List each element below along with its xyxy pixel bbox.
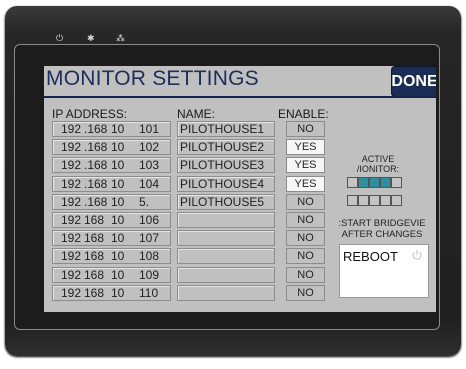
monitor-indicator [358, 177, 369, 188]
power-icon [412, 250, 422, 260]
ip-address-header: IP ADDRESS: [52, 107, 128, 121]
monitor-name-field[interactable] [177, 230, 275, 247]
monitor-name-field[interactable]: PILOTHOUSE1 [177, 121, 275, 137]
ip-address-field[interactable]: 192.168 10 5. [52, 193, 171, 210]
reboot-button[interactable]: REBOOT [339, 244, 429, 298]
ip-octet-2: .168 [84, 194, 108, 209]
ip-address-field[interactable]: 192 168 10 110 [52, 284, 171, 301]
monitor-name-field[interactable]: PILOTHOUSE4 [177, 175, 275, 192]
monitor-settings-screen: MONITOR SETTINGS DONE IP ADDRESS: NAME: … [44, 66, 436, 312]
ip-address-field[interactable]: 192 168 10 106 [52, 211, 171, 228]
enable-toggle[interactable]: NO [286, 284, 325, 301]
ip-address-field[interactable]: 192.168 10 101 [52, 121, 171, 137]
enable-toggle[interactable]: YES [286, 139, 325, 156]
monitor-name-field[interactable] [177, 266, 275, 283]
ip-address-field[interactable]: 192 168 10 108 [52, 248, 171, 265]
enable-toggle[interactable]: NO [286, 230, 325, 247]
enable-toggle[interactable]: YES [286, 175, 325, 192]
ip-octet-2: 168 [84, 231, 105, 246]
ip-octet-3: 10 [111, 231, 125, 246]
ip-address-field[interactable]: 192.168 10 103 [52, 157, 171, 174]
ip-octet-4: 103 [139, 158, 160, 173]
enable-toggle[interactable]: NO [286, 193, 325, 210]
ip-octet-1: 192 [61, 140, 82, 155]
reboot-label: REBOOT [343, 249, 398, 264]
ip-octet-4: 107 [139, 231, 160, 246]
restart-note: :START BRIDGEVIE AFTER CHANGES [338, 218, 426, 240]
ip-octet-3: 10 [111, 249, 125, 264]
ip-octet-4: 110 [139, 285, 159, 300]
sun-led-icon: ✱ [87, 33, 95, 43]
ip-octet-4: 104 [139, 176, 160, 191]
done-button[interactable]: DONE [391, 66, 436, 97]
ip-octet-3: 10 [111, 140, 125, 155]
ip-octet-3: 10 [111, 267, 125, 282]
ip-address-field[interactable]: 192 168 10 109 [52, 266, 171, 283]
ip-address-field[interactable]: 192 168 10 107 [52, 230, 171, 247]
enable-toggle[interactable]: NO [286, 211, 325, 228]
name-header: NAME: [177, 107, 216, 121]
monitor-indicator [369, 177, 380, 188]
monitor-indicator [391, 177, 402, 188]
ip-octet-1: 192 [61, 122, 82, 136]
active-monitors-label: ACTIVE /IONITOR: [356, 154, 400, 174]
enable-toggle[interactable]: NO [286, 248, 325, 265]
ip-octet-4: 102 [139, 140, 160, 155]
ip-octet-1: 192 [61, 158, 82, 173]
ip-address-field[interactable]: 192.168 10 104 [52, 175, 171, 192]
monitor-indicator [391, 195, 402, 206]
active-monitor-indicators [347, 176, 409, 212]
ip-octet-3: 10 [111, 212, 125, 227]
monitor-name-field[interactable] [177, 284, 275, 301]
page-title: MONITOR SETTINGS [46, 67, 259, 90]
ip-octet-1: 192 [61, 212, 82, 227]
ip-octet-2: .168 [84, 122, 108, 136]
ip-octet-4: 109 [139, 267, 160, 282]
ip-octet-2: .168 [84, 140, 108, 155]
monitor-indicator [369, 195, 380, 206]
ip-octet-4: 5. [139, 194, 150, 209]
ip-octet-1: 192 [61, 285, 82, 300]
monitor-indicator [347, 195, 358, 206]
ip-octet-3: 10 [111, 158, 125, 173]
ip-octet-2: 168 [84, 285, 105, 300]
ip-octet-4: 108 [139, 249, 160, 264]
ip-octet-4: 106 [139, 212, 160, 227]
monitor-name-field[interactable]: PILOTHOUSE5 [177, 193, 275, 210]
monitor-indicator [347, 177, 358, 188]
ip-octet-1: 192 [61, 194, 82, 209]
ip-octet-2: 168 [84, 267, 105, 282]
ip-octet-3: 10 [111, 194, 125, 209]
monitor-indicator [380, 177, 391, 188]
ip-octet-2: .168 [84, 176, 108, 191]
enable-toggle[interactable]: NO [286, 266, 325, 283]
power-led-icon: ⏻ [56, 33, 64, 43]
monitor-name-field[interactable]: PILOTHOUSE3 [177, 157, 275, 174]
ip-octet-1: 192 [61, 267, 82, 282]
ip-octet-3: 10 [111, 285, 125, 300]
ip-octet-3: 10 [111, 122, 125, 136]
ip-octet-2: 168 [84, 249, 105, 264]
enable-toggle[interactable]: NO [286, 121, 325, 137]
ip-octet-2: 168 [84, 212, 105, 227]
ip-octet-1: 192 [61, 231, 82, 246]
ip-address-field[interactable]: 192.168 10 102 [52, 139, 171, 156]
ip-octet-1: 192 [61, 249, 82, 264]
ip-octet-3: 10 [111, 176, 125, 191]
network-led-icon: ⁂ [116, 33, 125, 43]
enable-header: ENABLE: [278, 107, 329, 121]
ip-octet-2: .168 [84, 158, 108, 173]
title-divider [44, 96, 436, 98]
ip-octet-1: 192 [61, 176, 82, 191]
monitor-indicator [380, 195, 391, 206]
monitor-name-field[interactable] [177, 211, 275, 228]
monitor-name-field[interactable] [177, 248, 275, 265]
monitor-name-field[interactable]: PILOTHOUSE2 [177, 139, 275, 156]
enable-toggle[interactable]: YES [286, 157, 325, 174]
monitor-indicator [358, 195, 369, 206]
ip-octet-4: 101 [139, 122, 160, 136]
